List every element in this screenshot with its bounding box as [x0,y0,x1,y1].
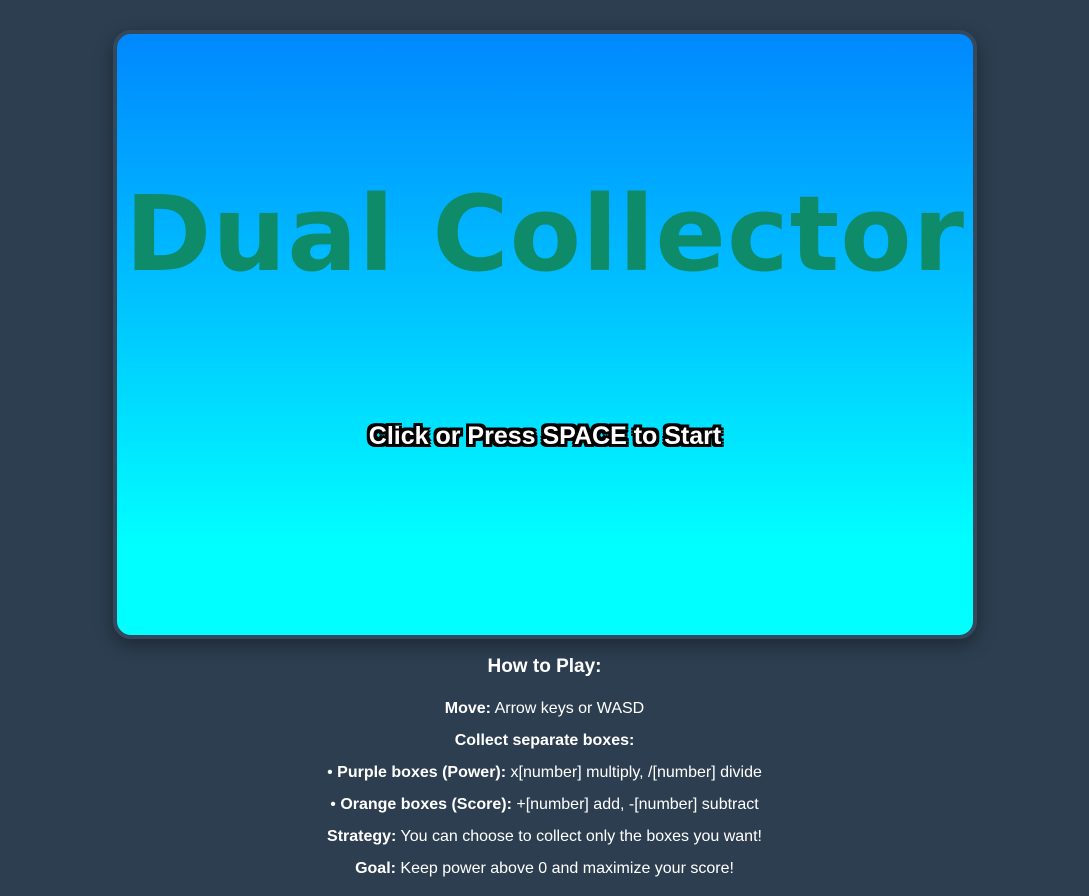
orange-box-instruction: • Orange boxes (Score): +[number] add, -… [0,789,1089,821]
move-text: Arrow keys or WASD [491,700,645,717]
instructions-panel: How to Play: Move: Arrow keys or WASD Co… [0,655,1089,885]
purple-text: x[number] multiply, /[number] divide [506,764,762,781]
start-prompt[interactable]: Click or Press SPACE to Start [117,424,973,449]
instructions-heading: How to Play: [487,656,602,677]
collect-instruction: Collect separate boxes: [0,725,1089,757]
goal-instruction: Goal: Keep power above 0 and maximize yo… [0,853,1089,885]
orange-text: +[number] add, -[number] subtract [511,796,759,813]
strategy-instruction: Strategy: You can choose to collect only… [0,821,1089,853]
strategy-label: Strategy: [327,828,397,845]
goal-label: Goal: [355,860,396,877]
orange-bullet: • [330,796,341,813]
goal-text: Keep power above 0 and maximize your sco… [395,860,734,877]
game-canvas[interactable]: Dual Collector Click or Press SPACE to S… [113,30,977,639]
strategy-text: You can choose to collect only the boxes… [396,828,762,845]
move-instruction: Move: Arrow keys or WASD [0,693,1089,725]
game-title: Dual Collector [124,173,966,295]
purple-label: Purple boxes (Power): [337,764,507,781]
purple-bullet: • [327,764,338,781]
purple-box-instruction: • Purple boxes (Power): x[number] multip… [0,757,1089,789]
move-label: Move: [444,700,491,717]
collect-label: Collect separate boxes: [454,732,635,749]
orange-label: Orange boxes (Score): [340,796,512,813]
